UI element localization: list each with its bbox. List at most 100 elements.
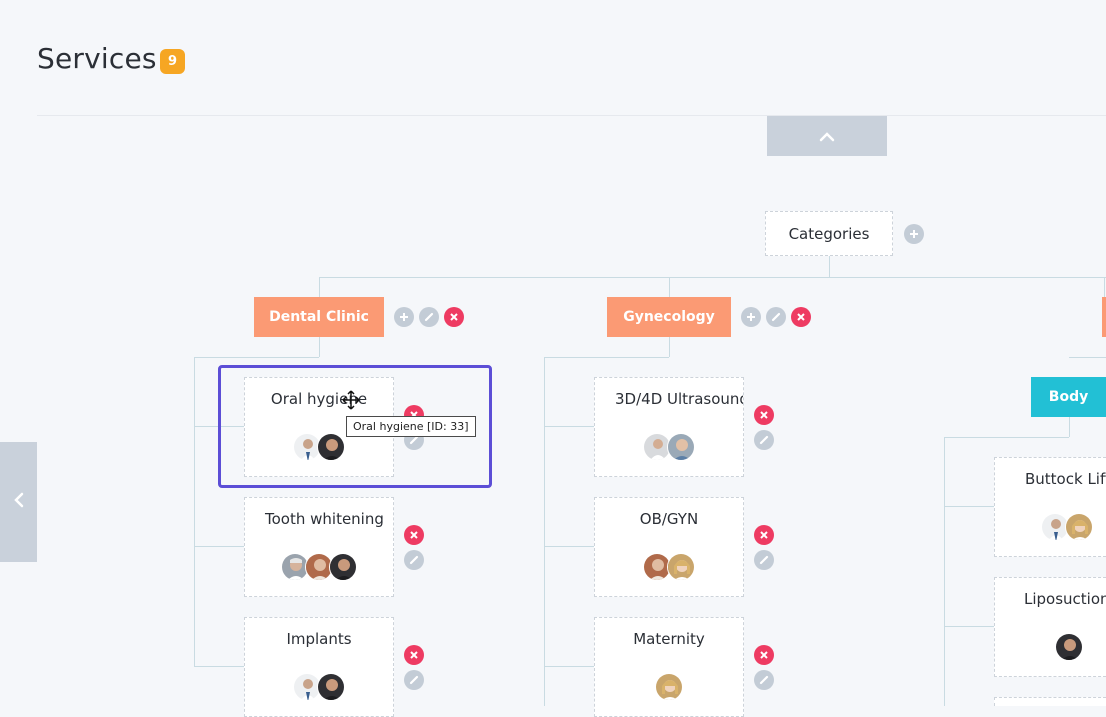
delete-service-button[interactable] bbox=[754, 405, 774, 425]
service-card-liposuction[interactable]: Liposuction bbox=[994, 577, 1106, 677]
delete-service-button[interactable] bbox=[404, 525, 424, 545]
service-card-offscreen[interactable] bbox=[994, 697, 1106, 706]
connector-line bbox=[944, 437, 945, 706]
pencil-icon bbox=[424, 312, 434, 322]
avatar bbox=[329, 553, 357, 581]
staff-avatars bbox=[995, 633, 1106, 661]
category-label: Dental Clinic bbox=[269, 309, 369, 325]
scroll-left-button[interactable] bbox=[0, 442, 37, 562]
chevron-left-icon bbox=[13, 492, 25, 512]
close-icon bbox=[410, 531, 418, 539]
connector-line bbox=[944, 626, 994, 627]
connector-line bbox=[669, 337, 670, 357]
edit-category-button[interactable] bbox=[419, 307, 439, 327]
category-label: Gynecology bbox=[623, 309, 715, 325]
service-card-buttock-lift[interactable]: Buttock Lift bbox=[994, 457, 1106, 557]
connector-line bbox=[319, 277, 1106, 278]
connector-line bbox=[1069, 357, 1106, 358]
plus-icon bbox=[400, 313, 408, 321]
connector-line bbox=[544, 546, 594, 547]
pencil-icon bbox=[409, 555, 419, 565]
staff-avatars bbox=[595, 673, 743, 701]
avatar bbox=[1065, 513, 1093, 541]
connector-line bbox=[944, 437, 1069, 438]
staff-avatars bbox=[595, 553, 743, 581]
add-service-button[interactable] bbox=[394, 307, 414, 327]
delete-service-button[interactable] bbox=[404, 645, 424, 665]
connector-line bbox=[194, 546, 244, 547]
close-icon bbox=[760, 531, 768, 539]
pencil-icon bbox=[409, 675, 419, 685]
avatar bbox=[317, 673, 345, 701]
close-icon bbox=[760, 411, 768, 419]
category-dental-clinic[interactable]: Dental Clinic bbox=[254, 297, 384, 337]
pencil-icon bbox=[759, 675, 769, 685]
connector-line bbox=[194, 666, 244, 667]
root-node-label: Categories bbox=[788, 224, 870, 243]
count-badge: 9 bbox=[160, 49, 185, 74]
staff-avatars bbox=[245, 673, 393, 701]
connector-line bbox=[319, 337, 320, 357]
plus-icon bbox=[910, 230, 918, 238]
pencil-icon bbox=[771, 312, 781, 322]
connector-line bbox=[319, 277, 320, 297]
service-card-maternity[interactable]: Maternity bbox=[594, 617, 744, 717]
add-service-button[interactable] bbox=[741, 307, 761, 327]
category-label: Body bbox=[1048, 389, 1089, 405]
categories-root-node[interactable]: Categories bbox=[765, 211, 893, 256]
edit-service-button[interactable] bbox=[754, 670, 774, 690]
category-offscreen[interactable] bbox=[1102, 297, 1106, 337]
chevron-up-icon bbox=[819, 127, 835, 146]
edit-category-button[interactable] bbox=[766, 307, 786, 327]
close-icon bbox=[797, 313, 805, 321]
edit-service-button[interactable] bbox=[404, 550, 424, 570]
connector-line bbox=[829, 256, 830, 277]
delete-service-button[interactable] bbox=[754, 525, 774, 545]
staff-avatars bbox=[595, 433, 743, 461]
connector-line bbox=[669, 277, 670, 297]
avatar bbox=[667, 553, 695, 581]
edit-service-button[interactable] bbox=[404, 670, 424, 690]
tooltip: Oral hygiene [ID: 33] bbox=[346, 416, 476, 437]
connector-line bbox=[544, 357, 545, 706]
service-name: Maternity bbox=[633, 630, 705, 648]
category-gynecology[interactable]: Gynecology bbox=[607, 297, 731, 337]
service-card-ob-gyn[interactable]: OB/GYN bbox=[594, 497, 744, 597]
connector-line bbox=[544, 426, 594, 427]
collapse-up-button[interactable] bbox=[767, 116, 887, 156]
connector-line bbox=[544, 666, 594, 667]
connector-line bbox=[1069, 417, 1070, 437]
move-cursor-icon bbox=[342, 390, 360, 414]
connector-line bbox=[1104, 277, 1105, 297]
service-name: Tooth whitening bbox=[265, 510, 384, 528]
service-card-tooth-whitening[interactable]: Tooth whitening bbox=[244, 497, 394, 597]
edit-service-button[interactable] bbox=[754, 430, 774, 450]
close-icon bbox=[760, 651, 768, 659]
page-title: Services bbox=[37, 42, 157, 75]
add-category-button[interactable] bbox=[904, 224, 924, 244]
avatar bbox=[667, 433, 695, 461]
plus-icon bbox=[747, 313, 755, 321]
service-name: 3D/4D Ultrasound bbox=[615, 390, 743, 408]
service-name: Liposuction bbox=[1024, 590, 1106, 608]
header-divider bbox=[37, 115, 1106, 116]
service-card-implants[interactable]: Implants bbox=[244, 617, 394, 717]
service-name: Implants bbox=[286, 630, 352, 648]
close-icon bbox=[410, 651, 418, 659]
delete-category-button[interactable] bbox=[444, 307, 464, 327]
service-name: OB/GYN bbox=[639, 510, 699, 528]
avatar bbox=[655, 673, 683, 701]
connector-line bbox=[944, 506, 994, 507]
delete-service-button[interactable] bbox=[754, 645, 774, 665]
staff-avatars bbox=[245, 553, 393, 581]
service-card-3d-4d-ultrasound[interactable]: 3D/4D Ultrasound bbox=[594, 377, 744, 477]
close-icon bbox=[450, 313, 458, 321]
category-body[interactable]: Body bbox=[1031, 377, 1106, 417]
avatar bbox=[1055, 633, 1083, 661]
pencil-icon bbox=[759, 435, 769, 445]
delete-category-button[interactable] bbox=[791, 307, 811, 327]
connector-line bbox=[194, 357, 195, 666]
edit-service-button[interactable] bbox=[754, 550, 774, 570]
staff-avatars bbox=[995, 513, 1106, 541]
connector-line bbox=[194, 357, 319, 358]
